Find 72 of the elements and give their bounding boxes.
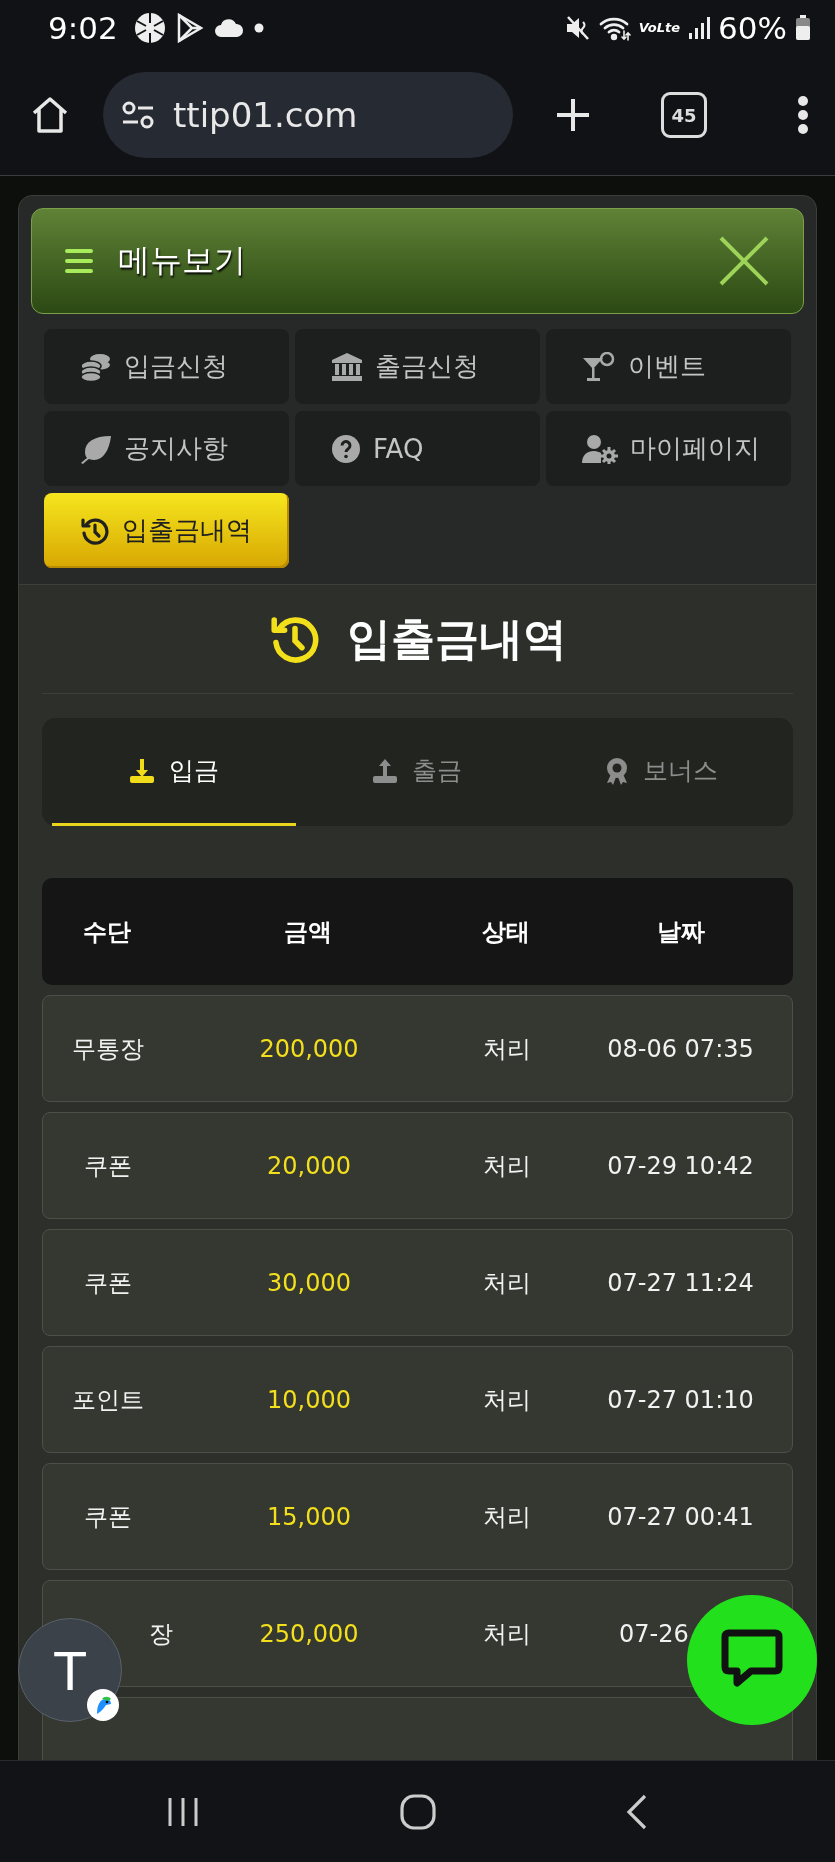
method-cell-text: 쿠폰 [83, 1267, 133, 1299]
amount-cell-text: 20,000 [266, 1151, 352, 1180]
menu-item[interactable]: FAQ [295, 411, 540, 486]
column-header: 상태 [481, 916, 531, 948]
play-icon [175, 12, 204, 43]
menu-icon[interactable] [64, 248, 94, 274]
method-cell-text: 포인트 [71, 1384, 145, 1416]
method-cell-text: 무통장 [71, 1033, 145, 1065]
column-header: 수단 [82, 916, 132, 948]
home-button-icon[interactable] [400, 1793, 436, 1830]
tune-icon [121, 100, 155, 130]
amount-cell-text: 15,000 [266, 1502, 352, 1531]
menu-item[interactable]: 출금신청 [295, 329, 540, 404]
address-bar[interactable]: ttip01.com [103, 72, 513, 158]
download-icon [128, 757, 155, 784]
menu-title: 메뉴보기 [118, 240, 246, 281]
method-cell-text: 장 [148, 1618, 173, 1650]
network-label: VoLte [638, 20, 681, 35]
section-title: 입출금내역 [346, 611, 567, 666]
user-gear-icon [582, 433, 618, 464]
clock: 9:02 [48, 9, 118, 46]
status-cell-text: 처리 [482, 1267, 532, 1299]
date-cell-text: 08-06 07:35 [606, 1034, 755, 1063]
history-tab[interactable]: 출금 [295, 718, 540, 826]
amount-cell-text: 30,000 [266, 1268, 352, 1297]
upload-icon [372, 757, 399, 784]
home-icon[interactable] [30, 95, 70, 135]
amount-cell-text: 250,000 [258, 1619, 360, 1648]
recent-apps-icon[interactable] [166, 1795, 200, 1828]
question-icon [331, 433, 361, 464]
more-icon[interactable] [797, 95, 809, 135]
url-text: ttip01.com [173, 95, 358, 135]
method-cell-text: 쿠폰 [83, 1150, 133, 1182]
award-icon [604, 756, 629, 785]
close-icon[interactable] [719, 236, 769, 286]
column-header: 날짜 [655, 916, 706, 948]
menu-item[interactable]: 마이페이지 [546, 411, 791, 486]
history-tab[interactable]: 보너스 [539, 718, 783, 826]
bank-icon [331, 351, 363, 382]
method-cell-text: 쿠폰 [83, 1501, 133, 1533]
battery-icon [795, 14, 811, 41]
status-cell-text: 처리 [482, 1150, 532, 1182]
mute-icon [564, 14, 591, 41]
status-cell-text: 처리 [482, 1618, 532, 1650]
menu-item[interactable]: 공지사항 [44, 411, 289, 486]
tab-count[interactable]: 45 [661, 92, 707, 138]
parrot-icon [86, 1688, 120, 1722]
menu-item[interactable]: 입출금내역 [44, 493, 289, 568]
date-cell-text: 07-27 00:41 [606, 1502, 755, 1531]
menu-item[interactable]: 이벤트 [546, 329, 791, 404]
aperture-icon [133, 11, 166, 44]
back-icon[interactable] [626, 1793, 648, 1830]
amount-cell-text: 10,000 [266, 1385, 352, 1414]
cocktail-icon [582, 351, 616, 382]
leaf-icon [80, 433, 112, 464]
coins-icon [80, 351, 112, 382]
history-tab[interactable]: 입금 [52, 718, 296, 826]
status-cell-text: 처리 [482, 1501, 532, 1533]
menu-item[interactable]: 입금신청 [44, 329, 289, 404]
date-cell-text: 07-29 10:42 [606, 1151, 755, 1180]
dot-icon [253, 22, 264, 33]
date-cell-text: 07-26 [618, 1619, 690, 1648]
cloud-icon [213, 17, 244, 38]
amount-cell-text: 200,000 [258, 1034, 360, 1063]
status-cell-text: 처리 [482, 1384, 532, 1416]
status-cell-text: 처리 [482, 1033, 532, 1065]
battery-percent: 60% [718, 9, 787, 46]
signal-icon [688, 15, 711, 40]
date-cell-text: 07-27 01:10 [606, 1385, 755, 1414]
column-header: 금액 [283, 916, 333, 948]
plus-icon[interactable] [555, 97, 591, 133]
date-cell-text: 07-27 11:24 [606, 1268, 755, 1297]
